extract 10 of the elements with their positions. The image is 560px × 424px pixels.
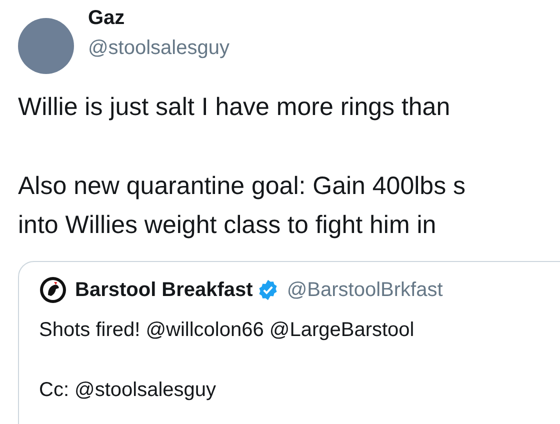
quoted-author-handle: @BarstoolBrkfast — [286, 278, 443, 302]
logo-icon — [39, 276, 67, 304]
tweet-text: Also new quarantine goal: Gain 400lbs s — [18, 171, 467, 202]
author-handle: @stoolsalesguy — [88, 36, 230, 60]
tweet-text: Willie is just salt I have more rings than — [18, 92, 452, 123]
tweet-text: into Willies weight class to fight him in — [18, 210, 438, 241]
quoted-tweet-text: Cc: @stoolsalesguy — [39, 378, 218, 403]
quoted-author-name: Barstool Breakfast — [75, 278, 253, 302]
author-name: Gaz — [88, 6, 126, 30]
quoted-tweet-text: Shots fired! @willcolon66 @LargeBarstool — [39, 318, 416, 343]
